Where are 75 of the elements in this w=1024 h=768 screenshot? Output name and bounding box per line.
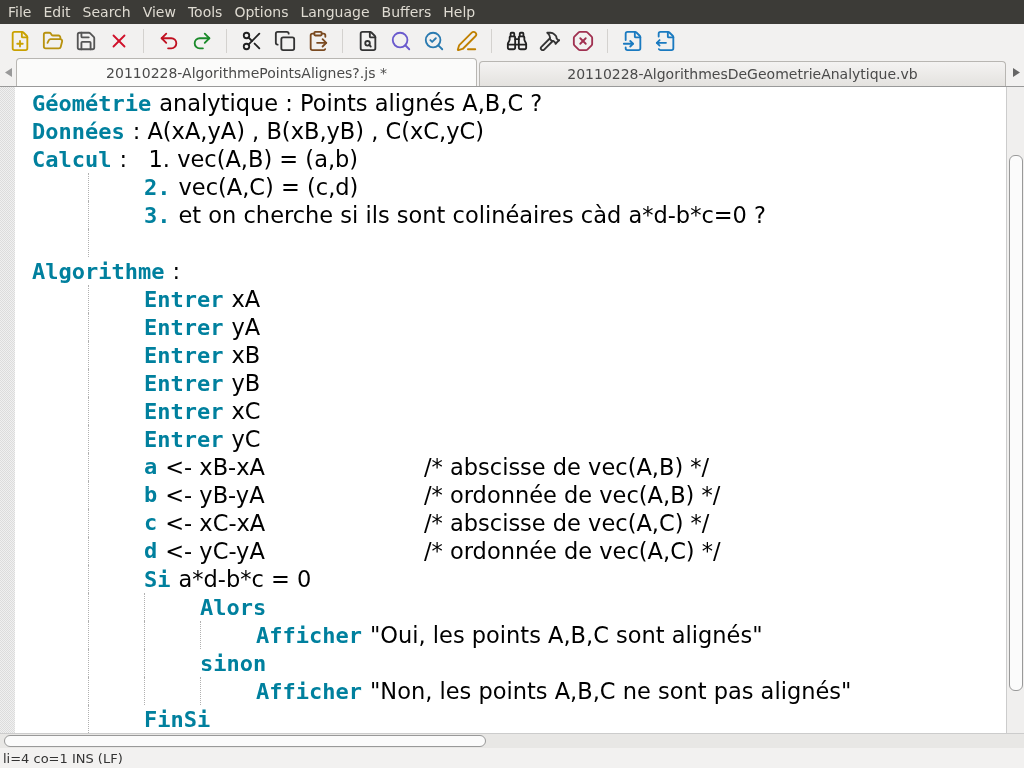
code-text: analytique : Points alignés A,B,C ? xyxy=(159,90,543,116)
keyword: Alors xyxy=(200,594,267,620)
menu-item[interactable]: File xyxy=(2,4,38,20)
menu-item[interactable]: View xyxy=(136,4,182,20)
code-text: <- xB-xA xyxy=(165,454,265,480)
code-comment: /* abscisse de vec(A,B) */ xyxy=(424,454,710,480)
keyword: b xyxy=(144,482,158,508)
keyword: Entrer xyxy=(144,398,224,424)
keyword: 3. xyxy=(144,202,171,228)
scrollbar-thumb[interactable] xyxy=(1008,155,1023,691)
code-comment: /* abscisse de vec(A,C) */ xyxy=(424,510,710,536)
search-icon xyxy=(422,30,445,52)
menu-item[interactable]: Help xyxy=(437,4,482,20)
file-tab[interactable]: 20110228-AlgorithmePointsAlignes?.js * xyxy=(16,58,477,86)
keyword: Calcul xyxy=(32,146,112,172)
code-text: <- yC-yA xyxy=(165,538,265,564)
scrollbar-thumb[interactable] xyxy=(4,735,486,747)
binoculars-icon xyxy=(505,30,528,52)
replace-icon xyxy=(455,30,478,52)
folder-icon xyxy=(41,30,64,52)
keyword: Entrer xyxy=(144,314,224,340)
menu-item[interactable]: Edit xyxy=(37,4,77,20)
keyword: Entrer xyxy=(144,426,224,452)
keyword: Entrer xyxy=(144,286,224,312)
code-text: xC xyxy=(231,398,261,424)
keyword: 2. xyxy=(144,174,171,200)
menu-item[interactable]: Language xyxy=(294,4,376,20)
code-text: vec(A,C) = (c,d) xyxy=(178,174,359,200)
code-text: yB xyxy=(231,370,261,396)
code-text: a*d-b*c = 0 xyxy=(178,566,312,592)
code-text: <- xC-xA xyxy=(165,510,266,536)
code-text: yC xyxy=(231,426,261,452)
scroll-right-icon[interactable] xyxy=(1012,67,1020,77)
keyword: Entrer xyxy=(144,342,224,368)
code-text: xA xyxy=(231,286,261,312)
keyword: c xyxy=(144,510,158,536)
code-text: "Oui, les points A,B,C sont alignés" xyxy=(369,622,763,648)
code-text: : xyxy=(172,258,181,284)
hammer-icon xyxy=(538,30,561,52)
keyword: Entrer xyxy=(144,370,224,396)
vertical-scrollbar[interactable] xyxy=(1006,87,1024,733)
keyword: FinSi xyxy=(144,706,211,732)
keyword: d xyxy=(144,538,158,564)
code-text: yA xyxy=(231,314,261,340)
keyword: Algorithme xyxy=(32,258,165,284)
status-text: li=4 co=1 INS (LF) xyxy=(2,749,124,768)
keyword: sinon xyxy=(200,650,267,676)
code-text: et on cherche si ils sont colinéaires càd a*d-b*c=0 ? xyxy=(178,202,767,228)
keyword: Géométrie xyxy=(32,90,152,116)
keyword: Afficher xyxy=(256,678,362,704)
previous-file-icon xyxy=(621,30,644,52)
menu-item[interactable]: Buffers xyxy=(375,4,438,20)
code-text: <- yB-yA xyxy=(165,482,265,508)
search-icon xyxy=(389,30,412,52)
code-comment: /* ordonnée de vec(A,C) */ xyxy=(424,538,721,564)
cut-icon xyxy=(240,30,263,52)
copy-icon xyxy=(273,30,296,52)
code-text: xB xyxy=(231,342,261,368)
keyword: a xyxy=(144,454,158,480)
save-icon xyxy=(74,30,97,52)
keyword: Afficher xyxy=(256,622,362,648)
horizontal-scrollbar[interactable] xyxy=(0,733,1024,748)
code-text: : A(xA,yA) , B(xB,yB) , C(xC,yC) xyxy=(132,118,484,144)
file-tab[interactable]: 20110228-AlgorithmesDeGeometrieAnalytique.vb xyxy=(479,61,1006,86)
code-text: "Non, les points A,B,C ne sont pas alignés" xyxy=(369,678,852,704)
scroll-left-icon[interactable] xyxy=(4,67,12,77)
menu-item[interactable]: Options xyxy=(228,4,295,20)
keyword: Si xyxy=(144,566,171,592)
code-comment: /* ordonnée de vec(A,B) */ xyxy=(424,482,721,508)
code-text: : 1. vec(A,B) = (a,b) xyxy=(119,146,359,172)
stop-icon xyxy=(571,30,594,52)
menu-item[interactable]: Tools xyxy=(181,4,229,20)
menu-item[interactable]: Search xyxy=(76,4,137,20)
keyword: Données xyxy=(32,118,125,144)
next-file-icon xyxy=(654,30,677,52)
